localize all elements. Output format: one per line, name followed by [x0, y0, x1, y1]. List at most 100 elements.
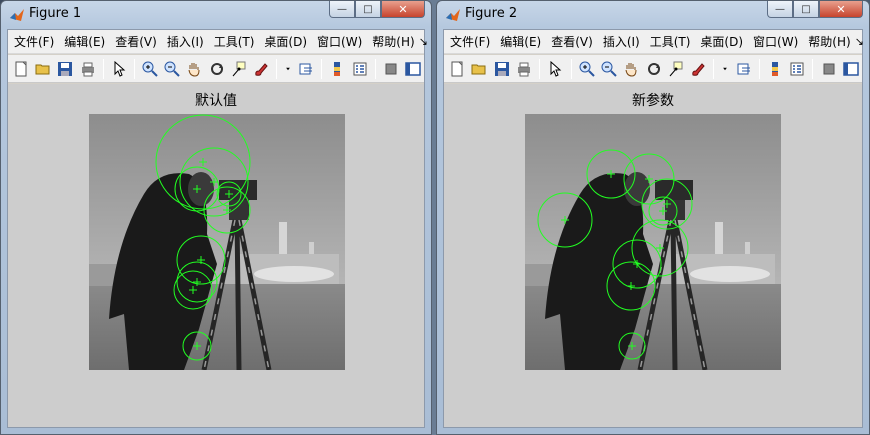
figure-1-window: Figure 1 — □ ✕ 文件(F) 编辑(E) 查看(V) 插入(I) 工… [0, 0, 432, 435]
window-controls: — □ ✕ [767, 1, 863, 19]
pointer-button[interactable] [110, 59, 128, 79]
axes-title: 新参数 [632, 93, 674, 109]
show-plot-tools-icon [405, 61, 421, 76]
toolbar-separator [758, 58, 760, 79]
menu-view[interactable]: 查看(V) [547, 33, 597, 50]
zoom-out-button[interactable] [600, 59, 618, 79]
menu-edit[interactable]: 编辑(E) [60, 33, 109, 50]
zoom-in-button[interactable] [578, 59, 596, 79]
axes-title: 默认值 [195, 93, 237, 109]
title-bar[interactable]: Figure 1 — □ ✕ [1, 1, 431, 28]
zoom-in-icon [579, 61, 595, 77]
brush-button[interactable] [252, 59, 270, 79]
print-button[interactable] [515, 59, 533, 79]
figure-client-area: 文件(F) 编辑(E) 查看(V) 插入(I) 工具(T) 桌面(D) 窗口(W… [443, 29, 864, 428]
matlab-icon [10, 9, 24, 21]
new-figure-icon [451, 61, 463, 76]
menu-file[interactable]: 文件(F) [10, 33, 58, 50]
print-button[interactable] [79, 59, 97, 79]
new-figure-button[interactable] [12, 59, 30, 79]
brush-button[interactable] [689, 59, 707, 79]
pan-hand-button[interactable] [622, 59, 640, 79]
minimize-button[interactable]: — [329, 1, 355, 18]
legend-button[interactable] [788, 59, 806, 79]
toolbar-separator [276, 58, 278, 79]
brush-dropdown-icon [723, 67, 728, 70]
menu-desktop[interactable]: 桌面(D) [696, 33, 747, 50]
brush-dropdown-button[interactable] [720, 59, 730, 79]
cameraman-image[interactable] [89, 114, 345, 370]
save-icon [494, 61, 509, 76]
menu-file[interactable]: 文件(F) [446, 33, 494, 50]
menu-insert[interactable]: 插入(I) [599, 33, 644, 50]
show-plot-tools-icon [843, 61, 859, 76]
show-plot-tools-button[interactable] [404, 59, 422, 79]
data-cursor-button[interactable] [667, 59, 685, 79]
cameraman-image[interactable] [525, 114, 781, 370]
close-button[interactable]: ✕ [381, 1, 425, 18]
menu-overflow-chevron-icon[interactable]: ↘ [419, 35, 428, 48]
colorbar-button[interactable] [328, 59, 346, 79]
zoom-out-button[interactable] [163, 59, 181, 79]
menu-tools[interactable]: 工具(T) [210, 33, 259, 50]
link-plot-button[interactable] [734, 59, 752, 79]
pan-hand-icon [625, 62, 637, 77]
figure-2-window: Figure 2 — □ ✕ 文件(F) 编辑(E) 查看(V) 插入(I) 工… [436, 0, 870, 435]
pointer-icon [114, 60, 126, 77]
save-button[interactable] [493, 59, 511, 79]
menu-desktop[interactable]: 桌面(D) [260, 33, 311, 50]
colorbar-button[interactable] [766, 59, 784, 79]
open-file-button[interactable] [34, 59, 52, 79]
show-plot-tools-button[interactable] [842, 59, 860, 79]
zoom-in-button[interactable] [141, 59, 159, 79]
rotate-3d-icon [647, 62, 660, 75]
pointer-button[interactable] [546, 59, 564, 79]
zoom-in-icon [142, 61, 158, 77]
window-title: Figure 1 [29, 6, 82, 21]
menu-window[interactable]: 窗口(W) [749, 33, 802, 50]
menu-bar: 文件(F) 编辑(E) 查看(V) 插入(I) 工具(T) 桌面(D) 窗口(W… [8, 30, 428, 54]
close-button[interactable]: ✕ [819, 1, 863, 18]
figure-client-area: 文件(F) 编辑(E) 查看(V) 插入(I) 工具(T) 桌面(D) 窗口(W… [7, 29, 428, 428]
menu-help[interactable]: 帮助(H) [804, 33, 854, 50]
menu-overflow-chevron-icon[interactable]: ↘ [855, 35, 864, 48]
minimize-button[interactable]: — [767, 1, 793, 18]
hide-plot-tools-button[interactable] [819, 59, 837, 79]
matlab-icon [446, 9, 460, 21]
title-bar[interactable]: Figure 2 — □ ✕ [437, 1, 869, 28]
pan-hand-button[interactable] [185, 59, 203, 79]
window-controls: — □ ✕ [329, 1, 425, 19]
menu-edit[interactable]: 编辑(E) [496, 33, 545, 50]
legend-button[interactable] [350, 59, 368, 79]
rotate-3d-icon [210, 62, 223, 75]
brush-dropdown-icon [286, 67, 290, 70]
zoom-out-icon [601, 61, 617, 77]
menu-view[interactable]: 查看(V) [111, 33, 161, 50]
print-icon [81, 62, 94, 76]
link-plot-icon [299, 63, 313, 74]
pan-hand-icon [188, 62, 200, 77]
open-file-button[interactable] [470, 59, 488, 79]
menu-tools[interactable]: 工具(T) [646, 33, 695, 50]
toolbar-separator [321, 58, 323, 79]
print-icon [518, 62, 531, 76]
maximize-button[interactable]: □ [793, 1, 819, 18]
data-cursor-button[interactable] [230, 59, 248, 79]
brush-dropdown-button[interactable] [283, 59, 293, 79]
hide-plot-tools-button[interactable] [382, 59, 400, 79]
save-button[interactable] [56, 59, 74, 79]
hide-plot-tools-icon [823, 63, 835, 74]
colorbar-icon [771, 61, 778, 76]
open-file-icon [471, 64, 486, 74]
menu-window[interactable]: 窗口(W) [313, 33, 366, 50]
maximize-button[interactable]: □ [355, 1, 381, 18]
rotate-3d-button[interactable] [645, 59, 663, 79]
toolbar-separator [374, 58, 376, 79]
menu-insert[interactable]: 插入(I) [163, 33, 208, 50]
new-figure-button[interactable] [448, 59, 466, 79]
hide-plot-tools-icon [385, 63, 397, 74]
window-title: Figure 2 [465, 6, 518, 21]
link-plot-button[interactable] [297, 59, 315, 79]
menu-help[interactable]: 帮助(H) [368, 33, 418, 50]
rotate-3d-button[interactable] [208, 59, 226, 79]
